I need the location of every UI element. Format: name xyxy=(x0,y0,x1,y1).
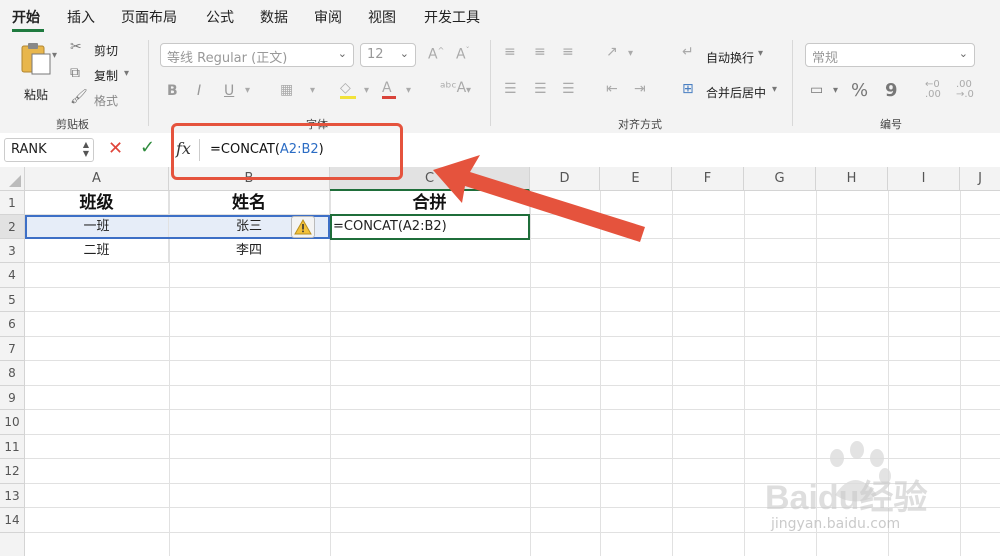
watermark-url: jingyan.baidu.com xyxy=(771,516,901,532)
watermark-brand: Baidu经验 xyxy=(765,479,928,517)
baidu-watermark: Baidu经验 jingyan.baidu.com xyxy=(755,440,995,540)
